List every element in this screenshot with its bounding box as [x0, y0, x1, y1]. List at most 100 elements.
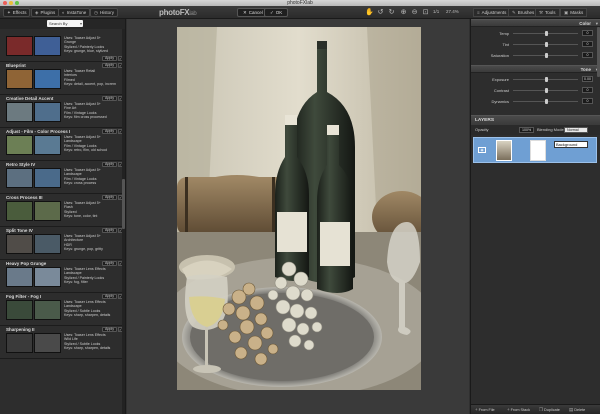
layer-row-background[interactable]: ◉ Background — [473, 137, 597, 163]
slider-label: Temp — [499, 31, 509, 36]
before-thumbnail — [6, 135, 33, 155]
apply-button[interactable]: Apply — [102, 261, 117, 266]
tab-tools[interactable]: ⚒ Tools — [535, 8, 560, 17]
after-thumbnail — [34, 201, 61, 221]
effect-info-line: Keys: sharp, sharpen, details — [64, 312, 111, 317]
slider-value-field[interactable]: 0 — [582, 87, 593, 93]
effect-preview[interactable] — [6, 69, 61, 89]
add-from-stack-button[interactable]: + From Stack — [507, 407, 530, 412]
minimize-window-button[interactable] — [9, 1, 13, 5]
opacity-label: Opacity — [475, 127, 489, 132]
tab-history[interactable]: ◷ History — [90, 8, 118, 17]
effect-item[interactable]: Sharpening II Apply ✓ Uses: Toaser Lens Eff… — [0, 326, 125, 359]
slider-value-field[interactable]: 0 — [582, 52, 593, 58]
apply-button[interactable]: Apply — [102, 294, 117, 299]
visibility-eye-icon[interactable]: ◉ — [478, 147, 486, 153]
effect-item[interactable]: Creative Detail Accent Apply ✓ Uses: Toaser… — [0, 95, 125, 128]
tab-adjustments[interactable]: ≡ Adjustments — [473, 8, 511, 17]
effect-preview[interactable] — [6, 135, 61, 155]
blend-mode-select[interactable]: Normal — [564, 127, 588, 133]
rotate-right-icon[interactable]: ↻ — [387, 8, 396, 17]
effect-preview[interactable] — [6, 36, 61, 56]
before-thumbnail — [6, 201, 33, 221]
apply-button[interactable]: Apply — [102, 63, 117, 68]
effect-info-line: Keys: detail, accent, pop, increm — [64, 81, 116, 86]
layer-name-field[interactable]: Background — [554, 141, 588, 148]
effect-preview[interactable] — [6, 333, 61, 353]
effect-preview[interactable] — [6, 201, 61, 221]
effect-item[interactable]: Adjust - Film - Color Process I Apply ✓ Use… — [0, 128, 125, 161]
effect-preview[interactable] — [6, 168, 61, 188]
effect-title: Creative Detail Accent — [6, 96, 54, 101]
slider-handle[interactable] — [545, 77, 548, 82]
zoom-out-icon[interactable]: ⊖ — [410, 8, 419, 17]
effect-preview[interactable] — [6, 267, 61, 287]
scrollbar-thumb[interactable] — [122, 179, 125, 229]
apply-button[interactable]: Apply — [102, 162, 117, 167]
zoom-in-icon[interactable]: ⊕ — [399, 8, 408, 17]
plus-icon: + — [475, 407, 478, 412]
effect-preview[interactable] — [6, 234, 61, 254]
apply-button[interactable]: Apply — [102, 56, 117, 61]
mask-icon: ▣ — [564, 10, 569, 15]
effect-item[interactable]: Heavy Pop Grunge Apply ✓ Uses: Toaser Lens … — [0, 260, 125, 293]
effect-info: Uses: Toaser Lens Effects Landscape Styliz… — [64, 267, 122, 284]
slider-value-field[interactable]: 0 — [582, 41, 593, 47]
effect-info: Uses: Toaser Adjust 5+ Fine Art Film / Vin… — [64, 102, 122, 119]
apply-button[interactable]: Apply — [102, 327, 117, 332]
effect-preview[interactable] — [6, 102, 61, 122]
tab-instatone[interactable]: ◐ InstaTone — [58, 8, 91, 17]
apply-button[interactable]: Apply — [102, 228, 117, 233]
apply-button[interactable]: Apply — [102, 195, 117, 200]
search-input[interactable]: Search By ▾ — [47, 20, 83, 27]
effects-scrollbar[interactable] — [122, 29, 125, 414]
rotate-left-icon[interactable]: ↺ — [376, 8, 385, 17]
effect-item[interactable]: Split Tone IV Apply ✓ Uses: Toaser Adjust 5… — [0, 227, 125, 260]
apply-button[interactable]: Apply — [102, 96, 117, 101]
slider-value-field[interactable]: 0 — [582, 98, 593, 104]
slider-handle[interactable] — [545, 31, 548, 36]
effect-item[interactable]: Fog Filter - Fog I Apply ✓ Uses: Toaser Len… — [0, 293, 125, 326]
effect-item[interactable]: Uses: Toaser Adjust 5+ Grunge Stylized / P… — [0, 29, 125, 62]
effect-info: Uses: Toaser Adjust 5+ Flash Stylized Keys:… — [64, 201, 122, 218]
slider-row-dynamics: Dynamics 0 — [471, 97, 600, 106]
effect-item[interactable]: Retro Style IV Apply ✓ Uses: Toaser Adjust … — [0, 161, 125, 194]
slider-label: Dynamics — [491, 99, 509, 104]
effect-item[interactable]: Cross Process III Apply ✓ Uses: Toaser Adju… — [0, 194, 125, 227]
slider-row-exposure: Exposure 0.00 — [471, 75, 600, 84]
ok-button[interactable]: ✓ OK — [264, 8, 289, 17]
effects-panel: Search By ▾ Uses: Toaser Adjust 5+ Grunge S… — [0, 19, 126, 414]
sparkle-icon: ✦ — [7, 10, 11, 15]
slider-value-field[interactable]: 0.00 — [582, 76, 593, 82]
close-window-button[interactable] — [3, 1, 7, 5]
effect-item[interactable]: Blueprint Apply ✓ Uses: Toaser Retail Interi… — [0, 62, 125, 95]
zoom-ratio[interactable]: 1/1 — [433, 9, 439, 14]
slider-handle[interactable] — [545, 53, 548, 58]
delete-layer-button[interactable]: ▤ Delete — [569, 407, 585, 413]
effect-title: Blueprint — [6, 63, 26, 68]
color-section-header[interactable]: Color ▾ — [471, 19, 600, 27]
layer-mask-thumbnail[interactable] — [530, 140, 546, 161]
tab-masks[interactable]: ▣ Masks — [560, 8, 588, 17]
slider-value-field[interactable]: 0 — [582, 30, 593, 36]
apply-button[interactable]: Apply — [102, 129, 117, 134]
search-row: Search By ▾ — [0, 19, 125, 29]
opacity-field[interactable]: 100% — [519, 127, 535, 133]
photo-preview[interactable] — [177, 27, 421, 390]
add-from-file-button[interactable]: + From File — [475, 407, 495, 412]
slider-handle[interactable] — [545, 88, 548, 93]
effect-info-line: Keys: fog, filter — [64, 279, 88, 284]
zoom-fit-icon[interactable]: ⊡ — [421, 8, 430, 17]
slider-handle[interactable] — [545, 99, 548, 104]
effect-preview[interactable] — [6, 300, 61, 320]
chevron-down-icon: ▾ — [79, 21, 82, 26]
before-thumbnail — [6, 234, 33, 254]
zoom-window-button[interactable] — [15, 1, 19, 5]
tab-brushes[interactable]: ✎ Brushes — [508, 8, 539, 17]
tab-effects[interactable]: ✦ Effects — [3, 8, 31, 17]
tab-plugins[interactable]: ◈ Plugins — [31, 8, 60, 17]
tone-section-header[interactable]: Tone ▾ — [471, 65, 600, 73]
slider-handle[interactable] — [545, 42, 548, 47]
hand-tool-icon[interactable]: ✋ — [365, 8, 374, 17]
duplicate-layer-button[interactable]: ❐ Duplicate — [539, 407, 560, 413]
